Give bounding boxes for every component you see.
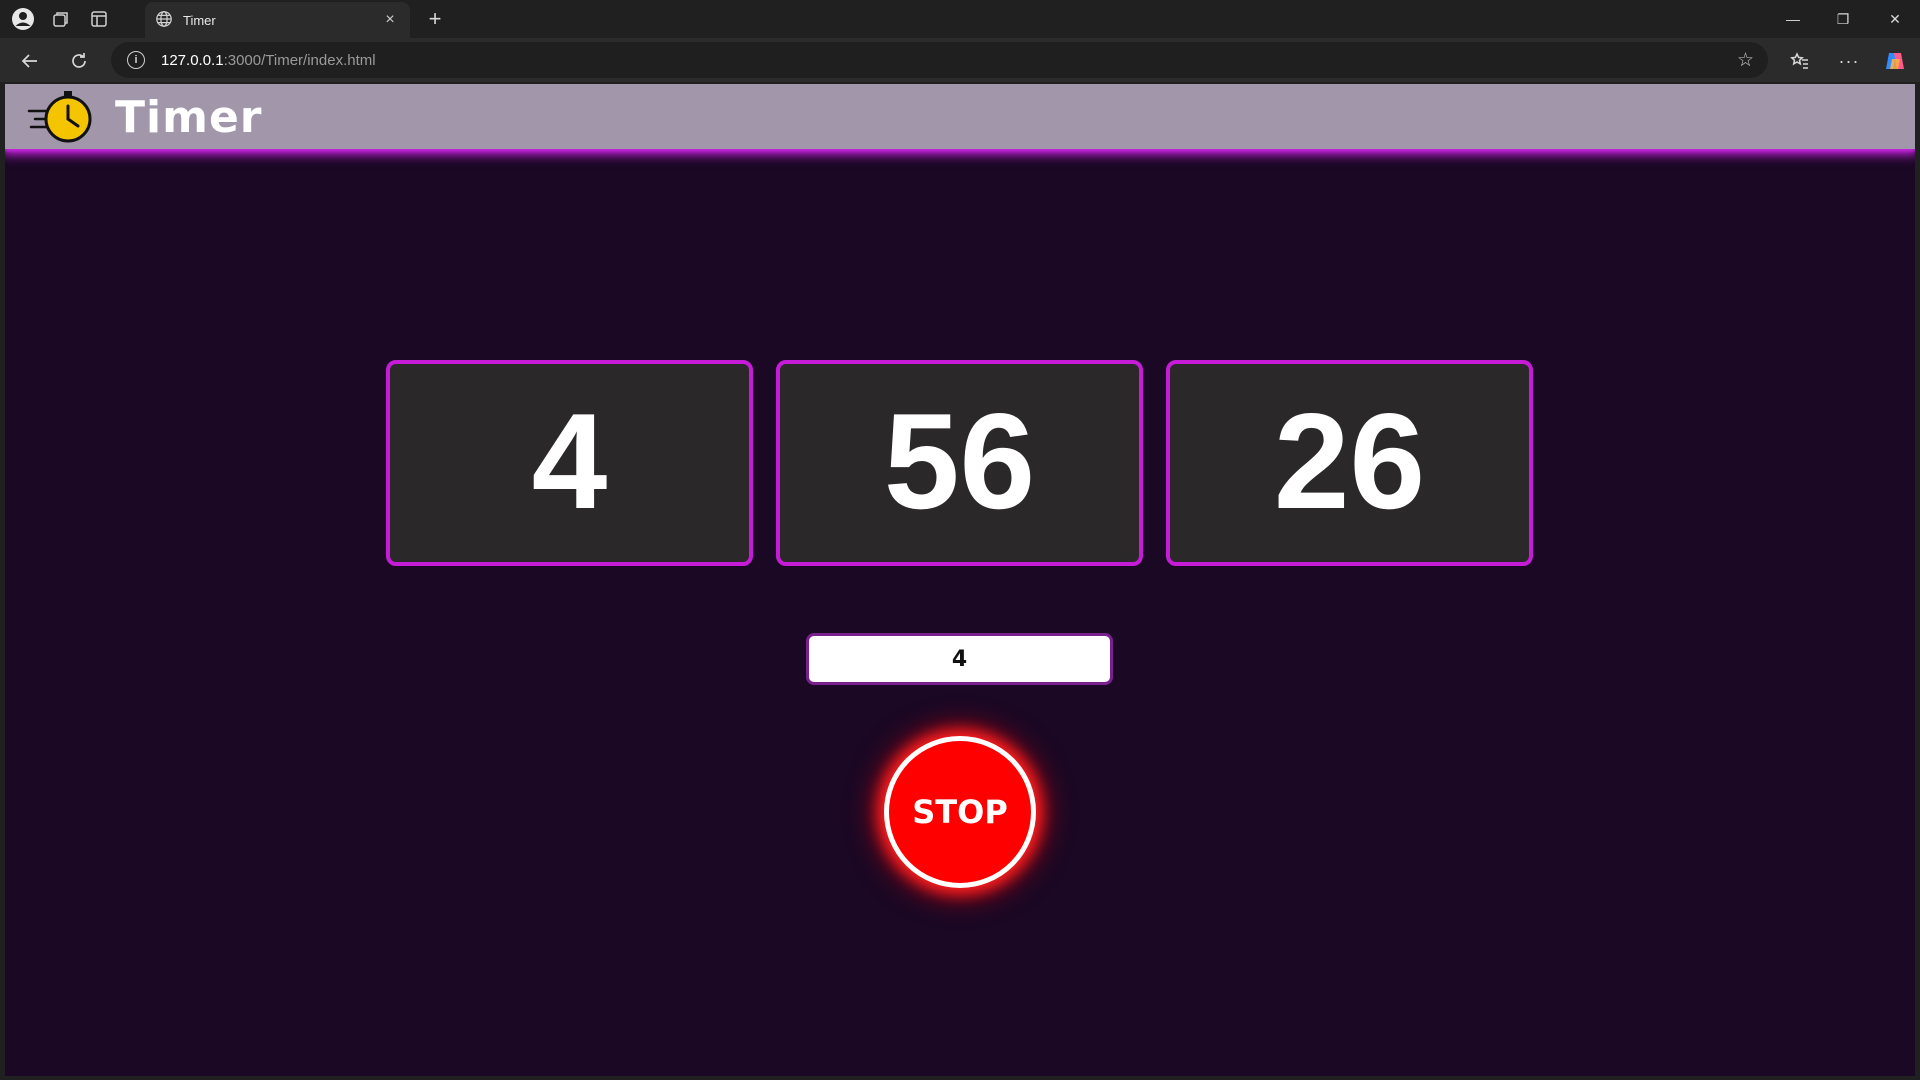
- favorites-icon[interactable]: [1783, 44, 1817, 78]
- close-window-button[interactable]: ✕: [1870, 0, 1920, 38]
- new-tab-button[interactable]: +: [420, 4, 450, 34]
- address-bar[interactable]: i 127.0.0.1:3000/Timer/index.html ☆: [111, 42, 1768, 78]
- time-input[interactable]: [806, 633, 1113, 685]
- page-viewport: Timer 4 56 26 STOP: [5, 84, 1915, 1076]
- workspaces-icon[interactable]: [44, 2, 78, 36]
- seconds-value: 26: [1273, 385, 1426, 537]
- favorite-star-icon[interactable]: ☆: [1737, 49, 1754, 72]
- tab-title: Timer: [183, 12, 216, 28]
- page-title: Timer: [115, 92, 263, 143]
- url-path: :3000/Timer/index.html: [223, 51, 376, 69]
- globe-icon: [155, 10, 173, 31]
- tab-close-icon[interactable]: ×: [380, 11, 400, 29]
- seconds-display: 26: [1166, 360, 1533, 566]
- copilot-icon[interactable]: [1878, 44, 1912, 78]
- browser-toolbar: i 127.0.0.1:3000/Timer/index.html ☆ ···: [0, 38, 1920, 82]
- minutes-value: 56: [883, 385, 1036, 537]
- site-info-icon[interactable]: i: [127, 51, 145, 69]
- app-header: Timer: [5, 84, 1915, 149]
- back-button[interactable]: [13, 44, 47, 78]
- restore-button[interactable]: ❐: [1818, 0, 1868, 38]
- reload-button[interactable]: [62, 44, 96, 78]
- tab-actions-icon[interactable]: [82, 2, 116, 36]
- stop-button[interactable]: STOP: [884, 736, 1036, 888]
- url-host: 127.0.0.1: [161, 51, 224, 69]
- hours-value: 4: [531, 385, 608, 537]
- hours-display: 4: [386, 360, 753, 566]
- minutes-display: 56: [776, 360, 1143, 566]
- browser-tab-timer[interactable]: Timer ×: [145, 2, 410, 38]
- timer-display: 4 56 26: [386, 360, 1539, 566]
- more-options-icon[interactable]: ···: [1832, 44, 1866, 78]
- profile-icon[interactable]: [6, 2, 40, 36]
- minimize-button[interactable]: —: [1768, 0, 1818, 38]
- stopwatch-icon: [27, 89, 99, 145]
